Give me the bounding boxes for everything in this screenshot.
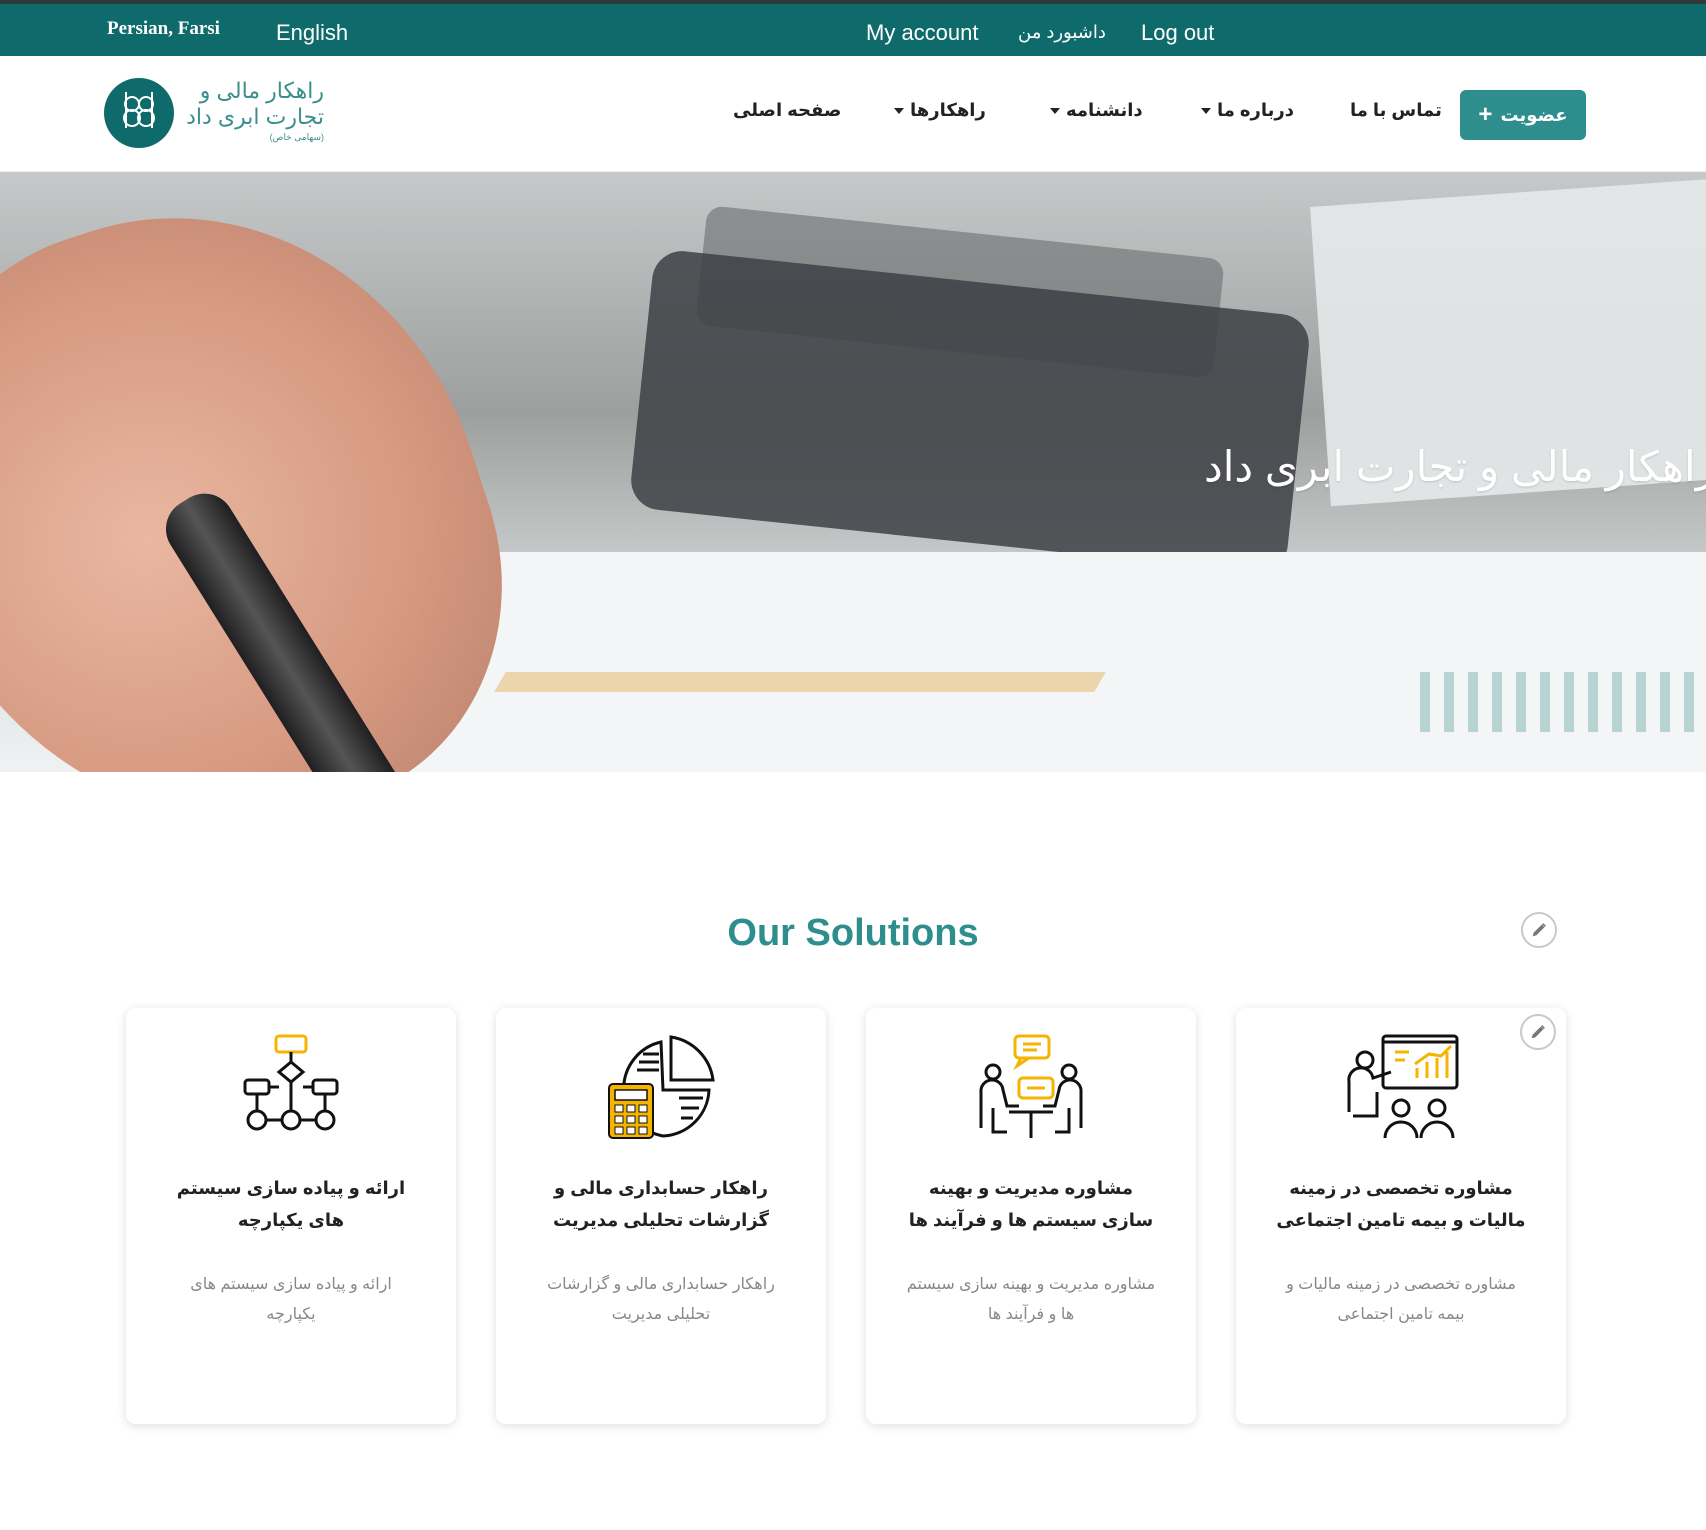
card-title: مشاوره مدیریت و بهینه سازی سیستم ها و فر…: [908, 1178, 1154, 1230]
dashboard-link[interactable]: داشبورد من: [1018, 22, 1106, 43]
presentation-icon: [1341, 1032, 1461, 1142]
chevron-down-icon: [894, 108, 904, 115]
consulting-meeting-icon: [971, 1032, 1091, 1142]
nav-knowledge-label: دانشنامه: [1066, 100, 1143, 120]
language-persian-link[interactable]: Persian, Farsi: [107, 18, 220, 40]
site-header: راهکار مالی و تجارت ابری داد (سهامی خاص)…: [0, 56, 1706, 172]
solution-card-2[interactable]: راهکار حسابداری مالی و گزارشات تحلیلی مد…: [496, 1008, 826, 1424]
hero-title: راهکار مالی و تجارت ابری داد: [1204, 443, 1706, 490]
nav-contact[interactable]: تماس با ما: [1350, 100, 1442, 121]
top-bar: Persian, Farsi English My account داشبور…: [0, 0, 1706, 56]
section-title: Our Solutions: [727, 912, 979, 954]
edit-pencil-icon[interactable]: [1520, 1014, 1556, 1050]
solution-card-4[interactable]: مشاوره تخصصی در زمینه مالیات و بیمه تامی…: [1236, 1008, 1566, 1424]
site-logo[interactable]: راهکار مالی و تجارت ابری داد (سهامی خاص): [104, 76, 334, 152]
card-title: مشاوره تخصصی در زمینه مالیات و بیمه تامی…: [1276, 1178, 1526, 1230]
join-button-label: عضویت: [1500, 104, 1568, 125]
nav-knowledge[interactable]: دانشنامه: [1044, 100, 1143, 121]
card-title: راهکار حسابداری مالی و گزارشات تحلیلی مد…: [552, 1178, 770, 1230]
flowchart-icon: [231, 1032, 351, 1142]
card-description: مشاوره مدیریت و بهینه سازی سیستم ها و فر…: [906, 1276, 1156, 1323]
logo-text-line3: (سهامی خاص): [269, 132, 324, 142]
edit-pencil-icon[interactable]: [1521, 912, 1557, 948]
chevron-down-icon: [1201, 108, 1211, 115]
logo-text-line1: راهکار مالی و: [199, 78, 324, 103]
logo-emblem-icon: [104, 78, 174, 148]
card-description: ارائه و پیاده سازی سیستم های یکپارچه: [190, 1276, 392, 1323]
hero-bg-bars: [1420, 672, 1706, 732]
my-account-link[interactable]: My account: [866, 20, 979, 46]
nav-home-label: صفحه اصلی: [733, 100, 842, 120]
language-english-link[interactable]: English: [276, 20, 348, 46]
nav-solutions-label: راهکارها: [910, 100, 986, 120]
card-description: مشاوره تخصصی در زمینه مالیات و بیمه تامی…: [1286, 1276, 1516, 1323]
hero-bg-paper: [332, 552, 1706, 772]
hero-bg-tag: [494, 672, 1106, 692]
solution-card-3[interactable]: مشاوره مدیریت و بهینه سازی سیستم ها و فر…: [866, 1008, 1196, 1424]
logo-text-line2: تجارت ابری داد: [186, 104, 324, 129]
nav-solutions[interactable]: راهکارها: [888, 100, 986, 121]
nav-about-label: درباره ما: [1217, 100, 1295, 120]
solution-card-1[interactable]: ارائه و پیاده سازی سیستم های یکپارچه ارا…: [126, 1008, 456, 1424]
nav-about[interactable]: درباره ما: [1195, 100, 1294, 121]
logout-link[interactable]: Log out: [1141, 20, 1214, 46]
hero-banner: راهکار مالی و تجارت ابری داد: [0, 172, 1706, 772]
join-button[interactable]: + عضویت: [1460, 90, 1586, 140]
plus-icon: +: [1478, 101, 1493, 128]
card-title: ارائه و پیاده سازی سیستم های یکپارچه: [176, 1178, 406, 1230]
card-description: راهکار حسابداری مالی و گزارشات تحلیلی مد…: [547, 1276, 775, 1323]
nav-contact-label: تماس با ما: [1350, 100, 1442, 120]
calculator-pie-chart-icon: [601, 1032, 721, 1142]
chevron-down-icon: [1050, 108, 1060, 115]
nav-home[interactable]: صفحه اصلی: [733, 100, 841, 121]
